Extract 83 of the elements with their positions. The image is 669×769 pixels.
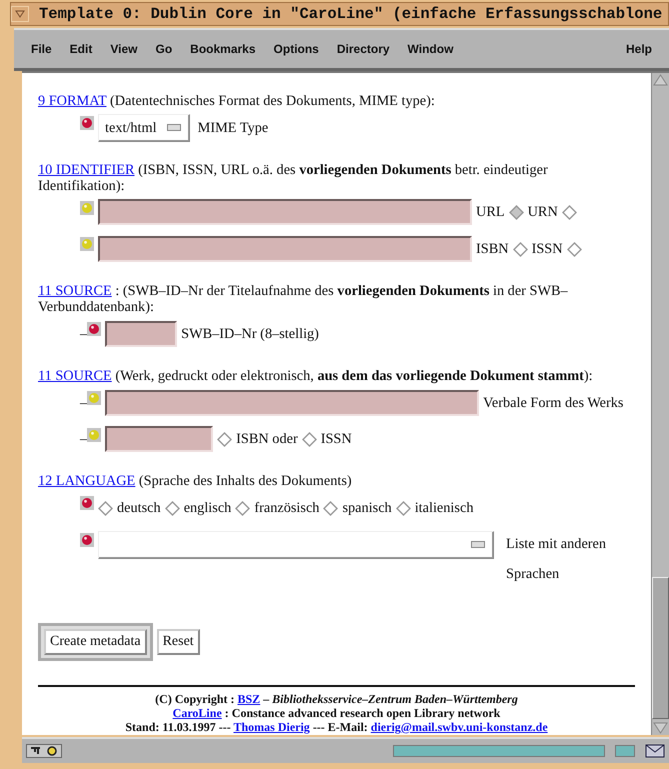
text-field[interactable] <box>98 236 472 262</box>
section-heading: 9 FORMAT (Datentechnisches Format des Dokuments, MIME type): <box>38 93 436 109</box>
mail-icon[interactable] <box>645 744 665 758</box>
dropdown-icon <box>471 541 485 548</box>
menu-item[interactable]: View <box>101 42 146 56</box>
section-link[interactable]: 10 IDENTIFIER <box>38 162 134 178</box>
field-label: ISSN <box>532 241 563 258</box>
ball-icon <box>87 322 102 336</box>
menu-item[interactable]: Options <box>264 42 328 56</box>
scrollbar-thumb[interactable] <box>652 577 669 719</box>
menu-item[interactable]: Go <box>146 42 182 56</box>
field-label: deutsch <box>117 500 161 516</box>
field-label: Verbale Form des Werks <box>483 394 624 411</box>
scroll-up-icon[interactable] <box>652 73 669 87</box>
field-label: MIME Type <box>198 120 268 136</box>
footer-line: CaroLine : Constance advanced research open Library network <box>172 706 502 720</box>
ball-icon <box>87 390 102 405</box>
radio-button[interactable] <box>323 500 338 516</box>
radio-button[interactable] <box>98 500 113 516</box>
radio-button[interactable] <box>508 204 524 220</box>
section-heading: 12 LANGUAGE (Sprache des Inhalts des Dokuments) <box>38 473 353 490</box>
menu-item[interactable]: Directory <box>328 42 399 56</box>
section-heading: 10 IDENTIFIER (ISBN, ISSN, URL o.ä. des vorliegenden Dokuments betr. eindeutiger Identifikation): <box>38 162 549 194</box>
ball-icon <box>80 496 94 510</box>
footer-link[interactable]: Thomas Dierig <box>233 720 310 734</box>
section-link[interactable]: 9 FORMAT <box>38 93 106 109</box>
field-label: URN <box>528 204 558 220</box>
footer-line: Stand: 11.03.1997 --- Thomas Dierig --- E-Mail: dierig@mail.swbv.uni-konstanz.de <box>124 720 549 734</box>
text-field[interactable] <box>105 390 480 416</box>
dropdown[interactable]: text/html <box>98 114 190 142</box>
section-heading: 11 SOURCE (Werk, gedruckt oder elektronisch, aus dem das vorliegende Dokument stammt): <box>38 368 594 384</box>
ball-icon <box>87 428 102 442</box>
field-label: ISBN <box>476 241 509 258</box>
menu-item[interactable]: Bookmarks <box>181 42 265 56</box>
section-link[interactable]: 12 LANGUAGE <box>38 473 136 490</box>
radio-button[interactable] <box>562 204 577 220</box>
section-link[interactable]: 11 SOURCE <box>38 368 112 384</box>
text-field[interactable] <box>98 199 472 226</box>
ball-icon <box>80 116 94 130</box>
field-label: französisch <box>254 500 320 516</box>
section-heading: 11 SOURCE : (SWB–ID–Nr der Titelaufnahme des vorliegenden Dokuments in der SWB–Verbunddatenbank): <box>38 283 569 316</box>
field-label: URL <box>476 204 505 220</box>
footer-link[interactable]: CaroLine <box>172 706 222 720</box>
form-button[interactable]: Reset <box>156 629 200 656</box>
window-menu-icon[interactable] <box>11 6 29 22</box>
field-label: ISBN oder <box>236 431 298 448</box>
footer-link[interactable]: BSZ <box>237 692 260 706</box>
footer-link[interactable]: dierig@mail.swbv.uni-konstanz.de <box>370 720 548 734</box>
radio-button[interactable] <box>512 242 528 257</box>
field-label: ISSN <box>320 431 352 448</box>
footer-line: (C) Copyright : BSZ – Bibliotheksservice–Zentrum Baden–Württemberg <box>154 692 519 706</box>
security-key-icon[interactable] <box>26 744 62 758</box>
dash: – <box>80 394 88 413</box>
field-label: spanisch <box>342 500 392 516</box>
radio-button[interactable] <box>302 432 317 447</box>
status-field <box>615 745 635 757</box>
scroll-down-icon[interactable] <box>652 721 669 735</box>
dash: – <box>80 430 88 450</box>
section-link[interactable]: 11 SOURCE <box>38 283 112 300</box>
field-label: englisch <box>184 500 232 516</box>
dropdown-icon <box>166 124 181 132</box>
menu-item[interactable]: File <box>22 42 61 56</box>
text-field[interactable] <box>105 426 214 452</box>
window-title: Template 0: Dublin Core in "CaroLine" (einfache Erfassungsschablone <box>39 5 662 23</box>
radio-button[interactable] <box>164 500 180 516</box>
ball-icon <box>80 533 94 548</box>
dash: – <box>80 324 88 344</box>
dropdown[interactable] <box>98 530 494 559</box>
dropdown-value: text/html <box>105 120 157 136</box>
field-label: SWB–ID–Nr (8–stellig) <box>181 326 319 342</box>
radio-button[interactable] <box>235 500 250 516</box>
ball-icon <box>80 200 94 215</box>
radio-button[interactable] <box>217 432 232 447</box>
field-label: Liste mit anderen Sprachen <box>506 535 608 584</box>
form-button[interactable]: Create metadata <box>44 629 147 656</box>
radio-button[interactable] <box>566 242 582 257</box>
field-label: italienisch <box>414 500 474 516</box>
menu-item[interactable]: Edit <box>60 42 102 56</box>
text-field[interactable] <box>105 320 178 347</box>
ball-icon <box>80 237 94 252</box>
menu-item[interactable]: Help <box>616 42 661 56</box>
menu-item[interactable]: Window <box>398 42 462 56</box>
radio-button[interactable] <box>396 500 411 516</box>
